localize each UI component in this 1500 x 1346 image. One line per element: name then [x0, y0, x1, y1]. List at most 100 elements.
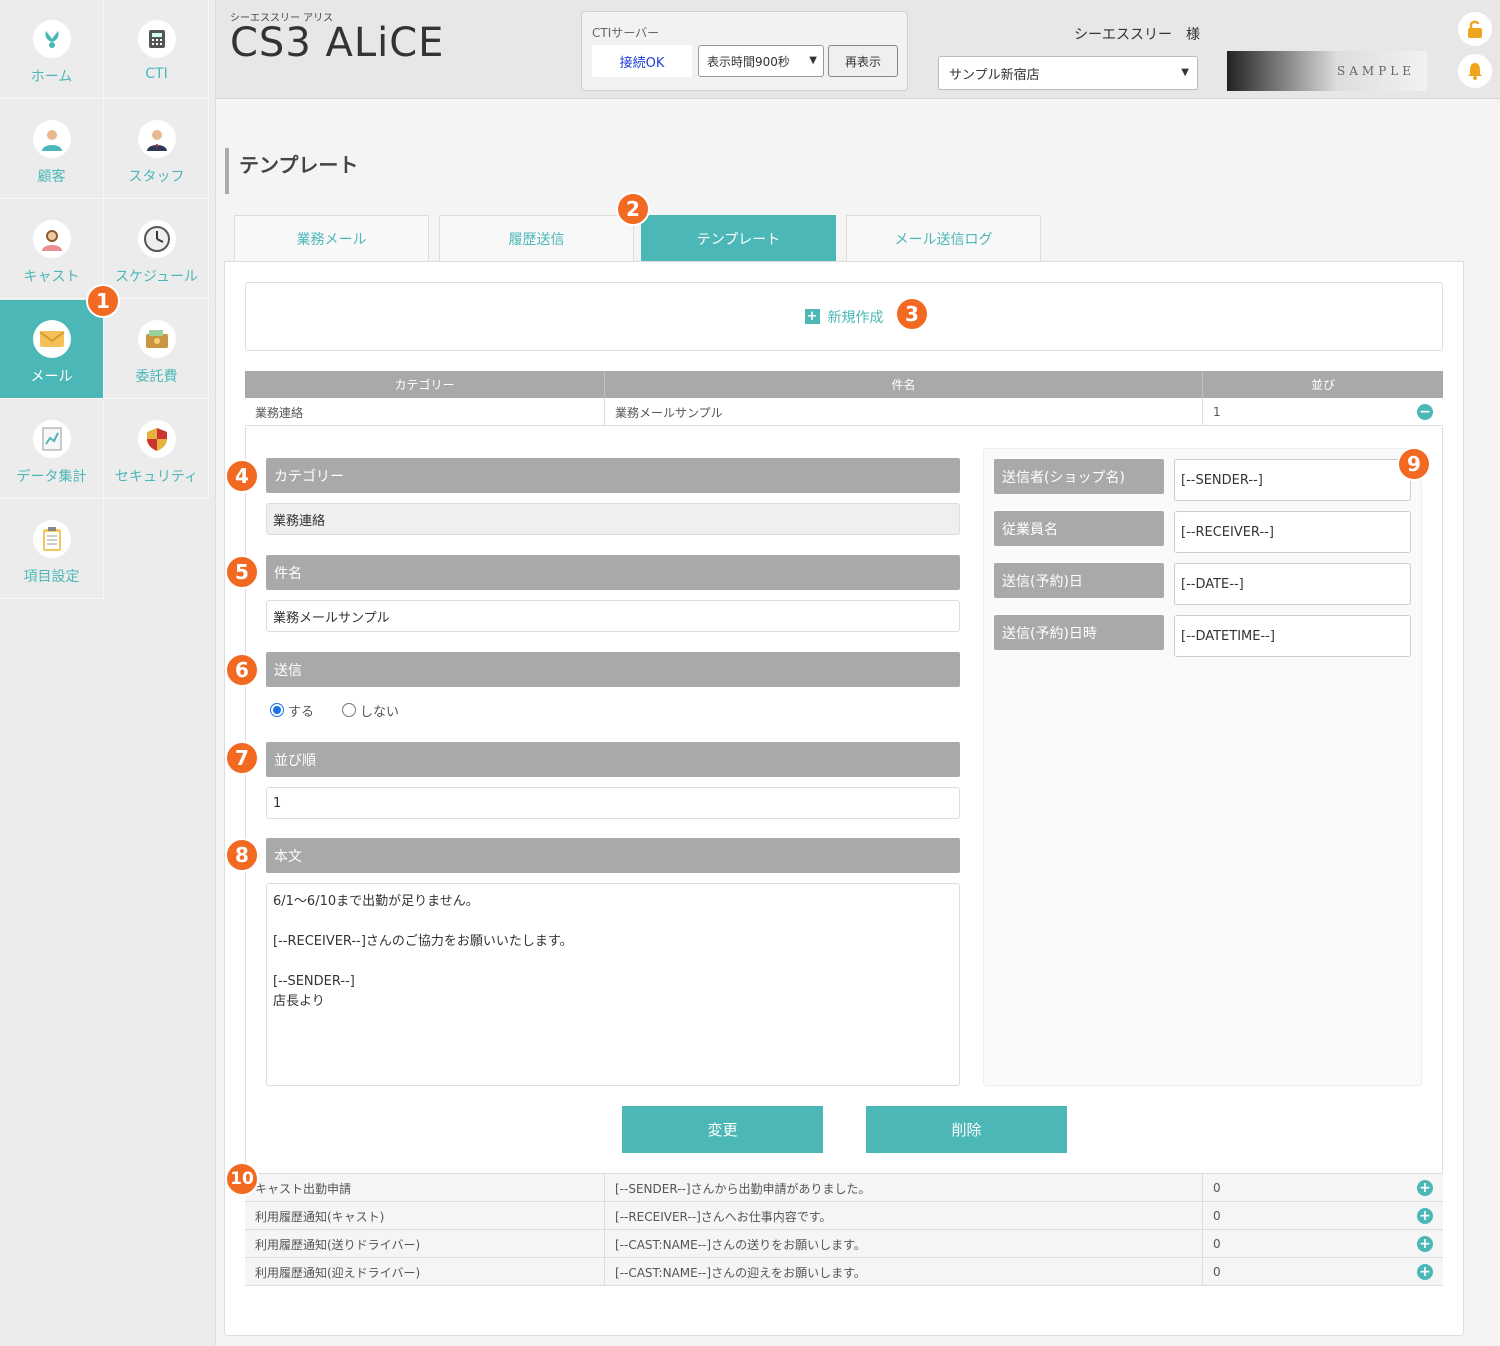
subject-input[interactable]: 業務メールサンプル [266, 600, 960, 632]
cti-time-select[interactable]: 表示時間900秒 ▼ [698, 45, 824, 77]
collapse-icon[interactable]: − [1417, 404, 1433, 420]
sidebar-item-settings[interactable]: 項目設定 [0, 500, 104, 599]
table-row[interactable]: 業務連絡 業務メールサンプル 1 − [245, 398, 1443, 426]
body-line [273, 952, 953, 972]
callout-badge: 6 [225, 653, 259, 687]
category-label: カテゴリー [266, 458, 960, 493]
clock-icon [137, 220, 176, 258]
sidebar-item-customer[interactable]: 顧客 [0, 100, 104, 199]
shop-select[interactable]: サンプル新宿店 ▼ [938, 56, 1198, 90]
send-no-radio[interactable] [342, 703, 357, 717]
expand-icon[interactable]: + [1417, 1236, 1433, 1252]
subject-label: 件名 [266, 555, 960, 590]
callout-badge: 8 [225, 838, 259, 872]
sidebar-item-label: ホーム [30, 69, 73, 85]
tab-history-send[interactable]: 履歴送信 [439, 215, 634, 261]
table-row[interactable]: 利用履歴通知(キャスト) [--RECEIVER--]さんへお仕事内容です。 0… [245, 1202, 1443, 1230]
expand-icon[interactable]: + [1417, 1208, 1433, 1224]
sidebar-item-label: セキュリティ [114, 469, 199, 485]
sidebar-item-mail[interactable]: メール [0, 300, 104, 399]
expand-icon[interactable]: + [1417, 1180, 1433, 1196]
sidebar-item-label: 委託費 [135, 369, 178, 385]
new-create-button[interactable]: + 新規作成 [804, 307, 884, 327]
sidebar-item-cti[interactable]: CTI [105, 0, 209, 99]
staff-icon [137, 120, 176, 158]
body-line: 店長より [273, 994, 325, 1009]
placeholder-label: 従業員名 [994, 511, 1164, 546]
order-label: 並び順 [266, 742, 960, 777]
cast-icon [32, 220, 71, 258]
placeholder-value[interactable]: [--RECEIVER--] [1174, 511, 1411, 553]
cell-category: 利用履歴通知(キャスト) [245, 1202, 605, 1230]
body-label: 本文 [266, 838, 960, 873]
cell-subject: 業務メールサンプル [605, 398, 1203, 426]
table-row[interactable]: 利用履歴通知(迎えドライバー) [--CAST:NAME--]さんの迎えをお願い… [245, 1258, 1443, 1286]
cell-subject: [--CAST:NAME--]さんの迎えをお願いします。 [605, 1258, 1203, 1286]
update-button[interactable]: 変更 [622, 1106, 823, 1153]
cti-refresh-button[interactable]: 再表示 [828, 45, 898, 77]
lock-icon[interactable] [1458, 12, 1492, 46]
tab-business-mail[interactable]: 業務メール [234, 215, 429, 261]
send-no-label: しない [360, 704, 400, 720]
table-row[interactable]: 利用履歴通知(送りドライバー) [--CAST:NAME--]さんの送りをお願い… [245, 1230, 1443, 1258]
cell-order: 0 [1213, 1237, 1221, 1251]
category-field: 業務連絡 [266, 503, 960, 535]
body-textarea[interactable]: 6/1～6/10まで出勤が足りません。 [--RECEIVER--]さんのご協力… [266, 883, 960, 1086]
header: シーエススリー アリス CS3 ALiCE CTIサーバー 接続OK 表示時間9… [216, 0, 1500, 99]
placeholder-value[interactable]: [--SENDER--] [1174, 459, 1411, 501]
placeholder-value[interactable]: [--DATETIME--] [1174, 615, 1411, 657]
sidebar-item-label: 項目設定 [23, 569, 80, 585]
new-create-label: 新規作成 [827, 309, 884, 326]
sidebar-item-label: スタッフ [128, 169, 185, 185]
send-radio-group: する しない [270, 700, 399, 720]
sidebar-item-cast[interactable]: キャスト [0, 200, 104, 299]
column-header-category: カテゴリー [245, 371, 605, 398]
sidebar: ホーム CTI 顧客 スタッフ キャスト スケジュール メール 委託費 データ集… [0, 0, 216, 1346]
shop-select-value: サンプル新宿店 [949, 67, 1040, 83]
cell-subject: [--SENDER--]さんから出勤申請がありました。 [605, 1174, 1203, 1202]
chart-icon [32, 420, 71, 458]
cell-subject: [--RECEIVER--]さんへお仕事内容です。 [605, 1202, 1203, 1230]
order-input[interactable]: 1 [266, 787, 960, 819]
sidebar-item-data[interactable]: データ集計 [0, 400, 104, 499]
cell-category: 利用履歴通知(迎えドライバー) [245, 1258, 605, 1286]
placeholder-label: 送信(予約)日時 [994, 615, 1164, 650]
cti-status: 接続OK [592, 45, 692, 77]
sidebar-item-label: CTI [145, 66, 168, 82]
sidebar-item-schedule[interactable]: スケジュール [105, 200, 209, 299]
expand-icon[interactable]: + [1417, 1264, 1433, 1280]
cell-order: 0 [1213, 1181, 1221, 1195]
chevron-down-icon: ▼ [1181, 67, 1189, 78]
bell-icon[interactable] [1458, 54, 1492, 88]
sidebar-item-home[interactable]: ホーム [0, 0, 104, 99]
placeholder-value[interactable]: [--DATE--] [1174, 563, 1411, 605]
tab-template[interactable]: テンプレート [641, 215, 836, 261]
sidebar-item-staff[interactable]: スタッフ [105, 100, 209, 199]
callout-badge: 7 [225, 741, 259, 775]
cell-subject: [--CAST:NAME--]さんの送りをお願いします。 [605, 1230, 1203, 1258]
cell-order: 0 [1213, 1265, 1221, 1279]
table-row[interactable]: キャスト出勤申請 [--SENDER--]さんから出勤申請がありました。 0 + [245, 1174, 1443, 1202]
column-header-subject: 件名 [605, 371, 1203, 398]
page-title: テンプレート [225, 148, 358, 194]
sidebar-item-fee[interactable]: 委託費 [105, 300, 209, 399]
delete-button[interactable]: 削除 [866, 1106, 1067, 1153]
send-label: 送信 [266, 652, 960, 687]
column-header-order: 並び [1310, 378, 1335, 392]
phone-icon [137, 20, 176, 58]
sidebar-item-label: 顧客 [37, 169, 66, 185]
cti-panel: CTIサーバー 接続OK 表示時間900秒 ▼ 再表示 [581, 11, 908, 91]
mail-icon [32, 320, 71, 358]
send-yes-radio[interactable] [270, 703, 284, 717]
shop-logo: SAMPLE [1227, 51, 1427, 91]
tab-mail-log[interactable]: メール送信ログ [846, 215, 1041, 261]
user-name: シーエススリー 様 [1074, 27, 1200, 43]
brand-title: CS3 ALiCE [230, 20, 445, 66]
sidebar-item-security[interactable]: セキュリティ [105, 400, 209, 499]
body-line: 6/1～6/10まで出勤が足りません。 [273, 894, 479, 909]
clipboard-icon [32, 520, 71, 558]
callout-badge: 5 [225, 555, 259, 589]
callout-badge: 2 [616, 192, 650, 226]
customer-icon [32, 120, 71, 158]
shield-icon [137, 420, 176, 458]
